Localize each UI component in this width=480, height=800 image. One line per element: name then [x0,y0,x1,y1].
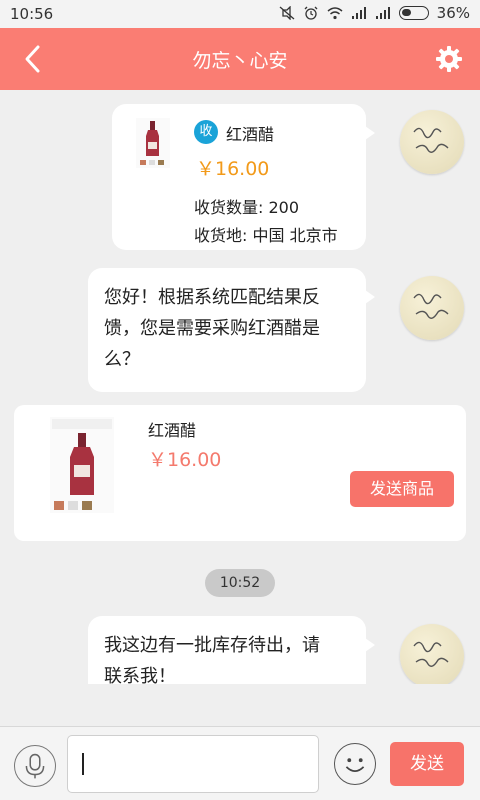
product-card-price: ￥16.00 [148,449,222,471]
send-product-button[interactable]: 发送商品 [350,471,454,507]
status-bar: 10:56 36% [0,0,480,28]
message-line: 我这边有一批库存待出，请 [104,635,320,656]
message-input[interactable] [67,735,319,793]
product-price: ￥16.00 [196,158,270,180]
emoji-icon[interactable] [334,743,376,785]
timestamp-chip: 10:52 [205,569,275,597]
product-card-name: 红酒醋 [148,421,197,440]
message-line: 馈，您是需要采购红酒醋是 [104,318,320,339]
product-quantity: 收货数量: 200 [194,198,300,217]
product-thumbnail [136,118,170,168]
status-time: 10:56 [10,5,54,23]
battery-percent: 36% [436,4,470,22]
message-line: 您好！根据系统匹配结果反 [104,287,320,308]
message-line: 么？ [104,349,140,370]
text-message-bubble[interactable]: 您好！根据系统匹配结果反 馈，您是需要采购红酒醋是 么？ [88,268,375,392]
avatar[interactable] [400,276,464,340]
text-message-bubble[interactable]: 我这边有一批库存待出，请 联系我！ [88,616,375,684]
product-card-image [50,417,114,513]
product-location: 收货地: 中国 北京市 [194,226,338,245]
alarm-icon [304,6,318,20]
chat-area[interactable]: 收 红酒醋 ￥16.00 收货数量: 200 收货地: 中国 北京市 您好！根据… [0,90,480,684]
wifi-icon [327,7,343,20]
avatar[interactable] [400,624,464,684]
product-name: 红酒醋 [226,125,275,144]
send-button[interactable]: 发送 [390,742,464,786]
product-card: 红酒醋 ￥16.00 发送商品 [14,405,466,541]
status-icons: 36% [279,4,470,22]
text-caret [82,753,84,775]
input-bar: 发送 [0,726,480,800]
signal-icon [351,7,366,19]
shou-badge-icon: 收 [194,120,218,144]
microphone-icon[interactable] [14,745,56,787]
avatar[interactable] [400,110,464,174]
battery-icon [398,6,429,20]
page-title: 勿忘丶心安 [192,50,288,72]
signal-icon-2 [375,7,390,19]
message-line: 联系我！ [104,666,176,684]
title-bar: 勿忘丶心安 [0,28,480,90]
gear-icon[interactable] [434,44,464,74]
product-message-bubble[interactable]: 收 红酒醋 ￥16.00 收货数量: 200 收货地: 中国 北京市 [112,104,375,250]
mute-icon [279,6,295,20]
